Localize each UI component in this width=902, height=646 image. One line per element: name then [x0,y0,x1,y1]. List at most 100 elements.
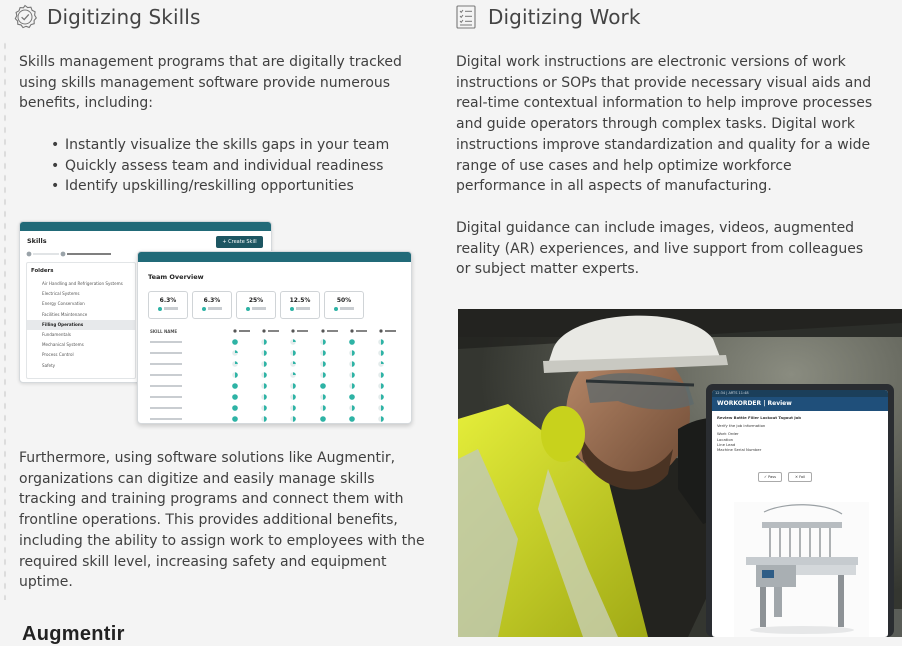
proficiency-fill [235,361,238,364]
skills-intro: Skills management programs that are digi… [19,54,402,112]
folder-item[interactable]: Facilities Maintenance [27,310,135,320]
proficiency-fill [349,339,355,345]
proficiency-fill [381,361,384,364]
list-item: Quickly assess team and individual readi… [51,156,431,177]
proficiency-fill [264,372,267,378]
skill-name-placeholder [150,396,182,398]
proficiency-fill [381,383,384,389]
folder-item[interactable]: Energy Conservation [27,299,135,309]
folder-item[interactable]: Safety [27,361,135,371]
skill-name-placeholder [150,363,182,365]
proficiency-fill [264,405,267,411]
work-heading: Digitizing Work [453,0,641,34]
stat-label-placeholder [296,307,310,310]
create-skill-button[interactable]: + Create Skill [216,236,263,248]
stat-card[interactable]: 12.5% [280,291,320,319]
proficiency-fill [232,383,238,389]
stat-label-placeholder [164,307,178,310]
stat-value: 6.3% [159,297,177,304]
proficiency-fill [293,416,296,422]
team-overview-screenshot: Team Overview 6.3% 6.3% 25% 12.5% 50% SKILL … [137,251,412,424]
proficiency-fill [293,372,296,375]
proficiency-fill [323,339,326,345]
proficiency-fill [293,383,296,389]
tablet-status-bar: 12:34 | ARTS 11:48 [712,390,888,397]
work-title: Digitizing Work [488,5,641,29]
proficiency-fill [293,350,296,356]
app-top-bar [20,222,271,231]
list-item: Instantly visualize the skills gaps in y… [51,135,431,156]
column-marker [291,329,295,333]
column-marker [321,329,325,333]
filter-slider[interactable] [26,251,111,257]
worker-with-tablet-photo: 12:34 | ARTS 11:48 WORKORDER | Review Re… [458,309,902,637]
folder-item[interactable]: Fundamentals [27,330,135,340]
proficiency-fill [323,350,326,356]
status-dot-icon [290,307,294,311]
proficiency-fill [381,416,384,422]
workorder-field-label: Machine Serial Number [717,447,762,453]
proficiency-fill [381,339,384,345]
proficiency-fill [381,405,384,411]
list-item: Identify upskilling/reskilling opportuni… [51,176,431,197]
stat-value: 25% [248,297,264,304]
fail-button[interactable]: ✕ Fail [788,472,812,482]
stat-card[interactable]: 25% [236,291,276,319]
folder-item[interactable]: Air Handling and Refrigeration Systems [27,279,135,289]
proficiency-fill [349,394,355,400]
app-top-bar [138,252,411,262]
checklist-icon [456,5,476,29]
proficiency-fill [235,372,238,378]
workorder-header: WORKORDER | Review [712,397,888,411]
column-marker [379,329,383,333]
proficiency-fill [352,372,355,378]
badge-check-icon [14,4,37,29]
proficiency-fill [293,405,296,411]
skills-outro: Furthermore, using software solutions li… [19,450,425,591]
proficiency-fill [352,405,355,411]
bottle-filler-machine-image [734,502,869,637]
proficiency-fill [349,416,355,422]
proficiency-fill [352,383,355,389]
folder-item[interactable]: Mechanical Systems [27,340,135,350]
stat-card[interactable]: 6.3% [148,291,188,319]
proficiency-fill [232,405,238,411]
workorder-actions: ✓ Pass ✕ Fail [758,472,812,482]
column-marker [350,329,354,333]
proficiency-fill [320,416,326,422]
folder-list: Air Handling and Refrigeration Systems El… [27,279,135,371]
stat-label-placeholder [252,307,266,310]
workorder-screen: 12:34 | ARTS 11:48 WORKORDER | Review Re… [712,390,888,637]
folders-heading: Folders [31,268,54,274]
work-section: Digitizing Work Digital work instruction… [437,0,902,637]
folder-item[interactable]: Process Control [27,350,135,360]
status-dot-icon [158,307,162,311]
skill-name-placeholder [150,418,182,420]
proficiency-fill [293,339,296,342]
tablet-device: 12:34 | ARTS 11:48 WORKORDER | Review Re… [706,384,894,637]
folder-item[interactable]: Electrical Systems [27,289,135,299]
folder-item[interactable]: Filling Operations [27,319,135,330]
stat-card[interactable]: 50% [324,291,364,319]
proficiency-fill [264,361,267,367]
proficiency-fill [323,361,326,367]
proficiency-fill [293,394,296,400]
proficiency-fill [381,394,384,400]
proficiency-fill [235,350,238,353]
pass-button[interactable]: ✓ Pass [758,472,782,482]
proficiency-fill [320,383,326,389]
proficiency-fill [323,372,326,378]
skills-app-title: Skills [27,237,47,245]
proficiency-fill [352,350,355,356]
proficiency-fill [293,361,296,364]
proficiency-fill [323,405,326,411]
stat-card[interactable]: 6.3% [192,291,232,319]
team-overview-title: Team Overview [148,273,204,281]
proficiency-fill [264,339,267,345]
proficiency-fill [232,416,238,422]
stat-value: 50% [336,297,352,304]
skills-section: Digitizing Skills Skills management prog… [0,0,437,645]
folders-panel: Folders Air Handling and Refrigeration S… [26,262,136,379]
stat-value: 6.3% [203,297,221,304]
stat-label-placeholder [340,307,354,310]
